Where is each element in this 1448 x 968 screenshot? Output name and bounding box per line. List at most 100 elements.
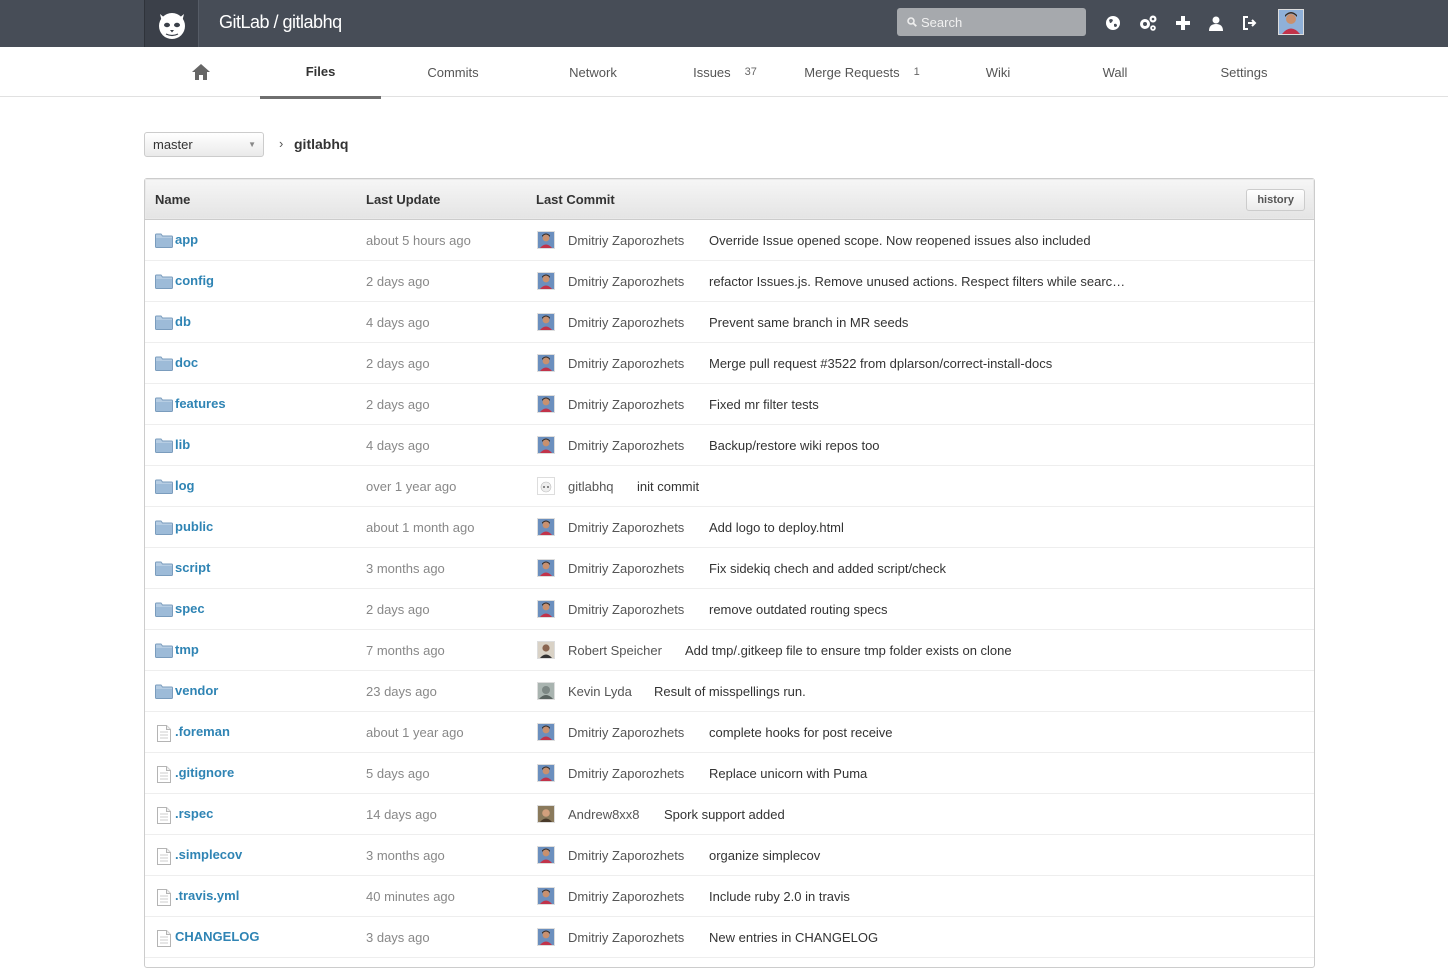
file-name-link[interactable]: db	[175, 314, 191, 329]
table-row[interactable]: .foremanabout 1 year agoDmitriy Zaporozh…	[145, 712, 1314, 753]
table-row[interactable]: .rspec14 days agoAndrew8xx8Spork support…	[145, 794, 1314, 835]
history-button[interactable]: history	[1246, 189, 1305, 211]
file-name-link[interactable]: .rspec	[175, 806, 213, 821]
commit-message-link[interactable]: Spork support added	[664, 807, 785, 822]
avatar	[1279, 10, 1303, 34]
file-name-link[interactable]: spec	[175, 601, 205, 616]
file-name-link[interactable]: .travis.yml	[175, 888, 239, 903]
sign-out-icon[interactable]	[1240, 13, 1260, 33]
table-row[interactable]: appabout 5 hours agoDmitriy ZaporozhetsO…	[145, 220, 1314, 261]
tab-wall-label: Wall	[1103, 65, 1128, 80]
commit-message-link[interactable]: Replace unicorn with Puma	[709, 766, 867, 781]
table-row[interactable]: features2 days agoDmitriy ZaporozhetsFix…	[145, 384, 1314, 425]
commit-author-link[interactable]: Dmitriy Zaporozhets	[568, 725, 684, 740]
commit-message-link[interactable]: New entries in CHANGELOG	[709, 930, 878, 945]
table-row[interactable]: config2 days agoDmitriy Zaporozhetsrefac…	[145, 261, 1314, 302]
file-name-link[interactable]: app	[175, 232, 198, 247]
breadcrumb[interactable]: gitlabhq	[294, 136, 348, 152]
table-row[interactable]: CHANGELOG3 days agoDmitriy ZaporozhetsNe…	[145, 917, 1314, 958]
last-update-time: 4 days ago	[366, 315, 430, 330]
globe-icon[interactable]	[1103, 13, 1123, 33]
commit-author-link[interactable]: Dmitriy Zaporozhets	[568, 520, 684, 535]
search-box[interactable]	[897, 8, 1086, 36]
table-row[interactable]: lib4 days agoDmitriy ZaporozhetsBackup/r…	[145, 425, 1314, 466]
avatar	[537, 805, 555, 823]
commit-author-link[interactable]: gitlabhq	[568, 479, 614, 494]
tab-settings[interactable]: Settings	[1208, 47, 1280, 97]
commit-message-link[interactable]: Fix sidekiq chech and added script/check	[709, 561, 946, 576]
commit-message-link[interactable]: init commit	[637, 479, 699, 494]
commit-author-link[interactable]: Dmitriy Zaporozhets	[568, 315, 684, 330]
user-avatar[interactable]	[1278, 9, 1304, 35]
commit-author-link[interactable]: Dmitriy Zaporozhets	[568, 561, 684, 576]
file-name-link[interactable]: vendor	[175, 683, 218, 698]
commit-author-link[interactable]: Dmitriy Zaporozhets	[568, 766, 684, 781]
commit-message-link[interactable]: Prevent same branch in MR seeds	[709, 315, 908, 330]
plus-icon[interactable]	[1173, 13, 1193, 33]
table-row[interactable]: logover 1 year agogitlabhqinit commit	[145, 466, 1314, 507]
commit-message-link[interactable]: remove outdated routing specs	[709, 602, 888, 617]
commit-message-link[interactable]: complete hooks for post receive	[709, 725, 893, 740]
commit-message-link[interactable]: organize simplecov	[709, 848, 820, 863]
commit-message-link[interactable]: Override Issue opened scope. Now reopene…	[709, 233, 1091, 248]
file-name-link[interactable]: tmp	[175, 642, 199, 657]
commit-author-link[interactable]: Dmitriy Zaporozhets	[568, 438, 684, 453]
file-name-link[interactable]: CHANGELOG	[175, 929, 260, 944]
commit-author-link[interactable]: Robert Speicher	[568, 643, 662, 658]
table-row[interactable]: tmp7 months agoRobert SpeicherAdd tmp/.g…	[145, 630, 1314, 671]
file-name-link[interactable]: .simplecov	[175, 847, 242, 862]
commit-author-link[interactable]: Andrew8xx8	[568, 807, 640, 822]
commit-author-link[interactable]: Kevin Lyda	[568, 684, 632, 699]
commit-author-link[interactable]: Dmitriy Zaporozhets	[568, 930, 684, 945]
table-row[interactable]: doc2 days agoDmitriy ZaporozhetsMerge pu…	[145, 343, 1314, 384]
file-name-link[interactable]: .foreman	[175, 724, 230, 739]
table-row[interactable]: .simplecov3 months agoDmitriy Zaporozhet…	[145, 835, 1314, 876]
table-row[interactable]: script3 months agoDmitriy ZaporozhetsFix…	[145, 548, 1314, 589]
table-row[interactable]: publicabout 1 month agoDmitriy Zaporozhe…	[145, 507, 1314, 548]
gears-icon[interactable]	[1138, 13, 1158, 33]
commit-message-link[interactable]: Fixed mr filter tests	[709, 397, 819, 412]
commit-message-link[interactable]: refactor Issues.js. Remove unused action…	[709, 274, 1125, 289]
project-title[interactable]: GitLab / gitlabhq	[219, 0, 342, 47]
commit-message-link[interactable]: Backup/restore wiki repos too	[709, 438, 880, 453]
folder-icon	[155, 684, 173, 700]
tab-commits[interactable]: Commits	[408, 47, 498, 97]
table-row[interactable]: .travis.yml40 minutes agoDmitriy Zaporoz…	[145, 876, 1314, 917]
user-icon[interactable]	[1206, 13, 1226, 33]
commit-author-link[interactable]: Dmitriy Zaporozhets	[568, 274, 684, 289]
file-name-link[interactable]: config	[175, 273, 214, 288]
commit-author-link[interactable]: Dmitriy Zaporozhets	[568, 848, 684, 863]
commit-author-link[interactable]: Dmitriy Zaporozhets	[568, 397, 684, 412]
gitlab-logo[interactable]	[144, 0, 199, 47]
commit-message-link[interactable]: Add tmp/.gitkeep file to ensure tmp fold…	[685, 643, 1012, 658]
file-name-link[interactable]: script	[175, 560, 210, 575]
tab-wall[interactable]: Wall	[1085, 47, 1145, 97]
commit-message-link[interactable]: Include ruby 2.0 in travis	[709, 889, 850, 904]
tab-files[interactable]: Files	[260, 47, 381, 99]
commit-author-link[interactable]: Dmitriy Zaporozhets	[568, 602, 684, 617]
file-name-link[interactable]: public	[175, 519, 213, 534]
table-row[interactable]: vendor23 days agoKevin LydaResult of mis…	[145, 671, 1314, 712]
avatar	[537, 436, 555, 454]
search-input[interactable]	[921, 15, 1081, 30]
tab-issues[interactable]: Issues37	[680, 47, 770, 97]
tab-merge-requests[interactable]: Merge Requests1	[796, 47, 928, 97]
file-name-link[interactable]: features	[175, 396, 226, 411]
tab-home[interactable]	[176, 47, 226, 97]
commit-message-link[interactable]: Add logo to deploy.html	[709, 520, 844, 535]
file-name-link[interactable]: .gitignore	[175, 765, 234, 780]
commit-message-link[interactable]: Merge pull request #3522 from dplarson/c…	[709, 356, 1052, 371]
commit-author-link[interactable]: Dmitriy Zaporozhets	[568, 889, 684, 904]
file-name-link[interactable]: log	[175, 478, 195, 493]
branch-select[interactable]: master ▼	[144, 132, 264, 157]
commit-author-link[interactable]: Dmitriy Zaporozhets	[568, 356, 684, 371]
table-row[interactable]: db 4 days ago Dmitriy Zaporozhets Prevent s…	[145, 302, 1314, 343]
commit-author-link[interactable]: Dmitriy Zaporozhets	[568, 233, 684, 248]
table-row[interactable]: .gitignore5 days agoDmitriy ZaporozhetsR…	[145, 753, 1314, 794]
commit-message-link[interactable]: Result of misspellings run.	[654, 684, 806, 699]
file-name-link[interactable]: doc	[175, 355, 198, 370]
table-row[interactable]: spec2 days agoDmitriy Zaporozhetsremove …	[145, 589, 1314, 630]
file-name-link[interactable]: lib	[175, 437, 190, 452]
tab-wiki[interactable]: Wiki	[968, 47, 1028, 97]
tab-network[interactable]: Network	[553, 47, 633, 97]
